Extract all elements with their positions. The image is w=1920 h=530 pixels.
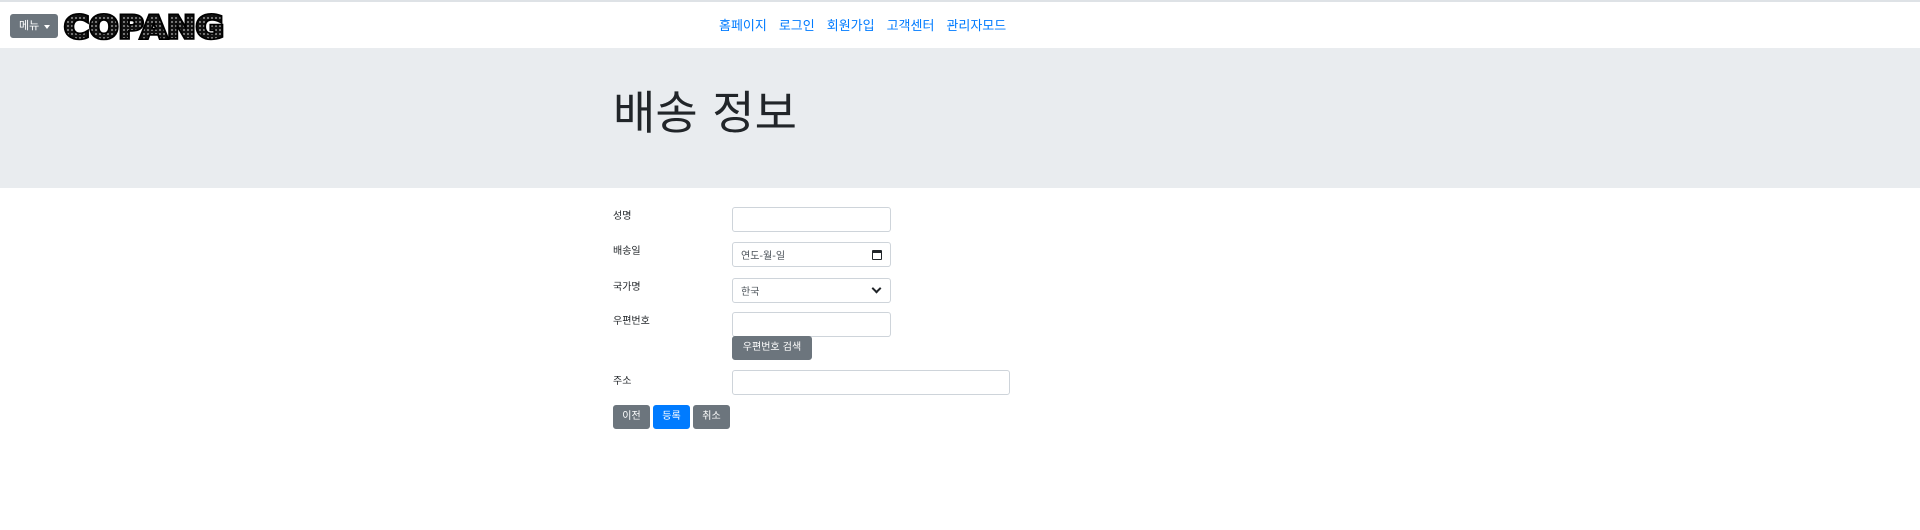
country-select[interactable]: 한국	[732, 278, 891, 303]
delivery-date-label: 배송일	[613, 246, 641, 257]
nav-customer-center[interactable]: 고객센터	[881, 18, 941, 38]
zip-search-button[interactable]: 우편번호 검색	[732, 336, 812, 360]
delivery-date-input[interactable]: 연도-월-일	[732, 242, 891, 267]
zip-label: 우편번호	[613, 316, 650, 327]
address-input[interactable]	[732, 370, 1010, 395]
country-label: 국가명	[613, 282, 641, 293]
copang-logo[interactable]: COPANG	[62, 8, 228, 44]
prev-button[interactable]: 이전	[613, 405, 650, 429]
country-selected-value: 한국	[741, 287, 760, 298]
logo-text: COPANG	[64, 10, 224, 44]
nav-login[interactable]: 로그인	[773, 18, 821, 38]
submit-button[interactable]: 등록	[653, 405, 690, 429]
nav-admin-mode[interactable]: 관리자모드	[940, 18, 1012, 38]
menu-label: 메뉴	[19, 19, 40, 32]
navbar: 메뉴 COPANG 홈페이지 로그인 회원가입 고객센터 관리자모드	[0, 2, 1920, 48]
name-input[interactable]	[732, 207, 891, 232]
nav-signup[interactable]: 회원가입	[821, 18, 881, 38]
nav-links: 홈페이지 로그인 회원가입 고객센터 관리자모드	[713, 18, 1012, 38]
date-placeholder: 연도-월-일	[741, 251, 786, 262]
page-title: 배송 정보	[613, 86, 797, 140]
chevron-down-icon	[871, 283, 882, 294]
address-label: 주소	[613, 376, 632, 387]
caret-down-icon	[44, 25, 50, 29]
calendar-icon[interactable]	[872, 249, 882, 260]
zip-input[interactable]	[732, 312, 891, 337]
name-label: 성명	[613, 211, 632, 222]
cancel-button[interactable]: 취소	[693, 405, 730, 429]
menu-dropdown-button[interactable]: 메뉴	[10, 14, 58, 38]
jumbotron: 배송 정보	[0, 48, 1920, 188]
nav-home[interactable]: 홈페이지	[713, 18, 773, 38]
